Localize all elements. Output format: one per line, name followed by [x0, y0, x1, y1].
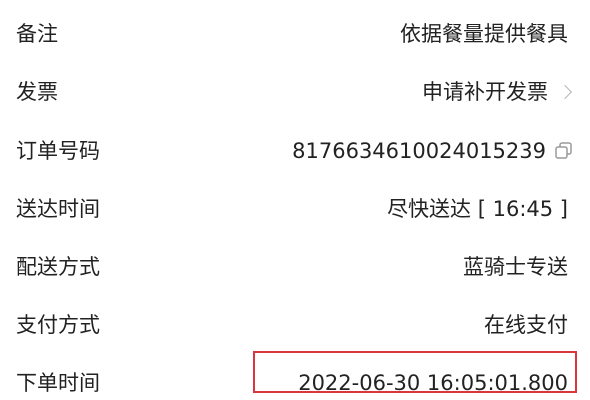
remark-value: 依据餐量提供餐具 [400, 22, 568, 46]
delivery-time-value: 尽快送达 [ 16:45 ] [387, 197, 568, 221]
delivery-time-label: 送达时间 [16, 197, 100, 221]
order-detail-panel: 备注 依据餐量提供餐具 发票 申请补开发票 订单号码 8176634610024… [0, 0, 590, 400]
invoice-label: 发票 [16, 80, 58, 104]
delivery-time-row: 送达时间 尽快送达 [ 16:45 ] [0, 189, 590, 229]
delivery-method-row: 配送方式 蓝骑士专送 [0, 247, 590, 287]
delivery-method-label: 配送方式 [16, 255, 100, 279]
copy-icon[interactable] [554, 141, 574, 161]
invoice-row[interactable]: 发票 申请补开发票 [0, 72, 590, 112]
order-number-value-group: 8176634610024015239 [292, 137, 574, 165]
payment-method-value: 在线支付 [484, 313, 568, 337]
order-number-label: 订单号码 [16, 139, 100, 163]
remark-label: 备注 [16, 22, 58, 46]
invoice-value-group[interactable]: 申请补开发票 [422, 78, 574, 106]
highlight-annotation-box [253, 351, 577, 393]
payment-method-label: 支付方式 [16, 313, 100, 337]
order-time-label: 下单时间 [16, 371, 100, 395]
invoice-value[interactable]: 申请补开发票 [422, 78, 548, 106]
order-number-row: 订单号码 8176634610024015239 [0, 131, 590, 171]
payment-method-row: 支付方式 在线支付 [0, 305, 590, 345]
order-number-value: 8176634610024015239 [292, 139, 546, 163]
remark-row: 备注 依据餐量提供餐具 [0, 14, 590, 54]
chevron-right-icon [557, 84, 573, 100]
delivery-method-value: 蓝骑士专送 [463, 255, 568, 279]
